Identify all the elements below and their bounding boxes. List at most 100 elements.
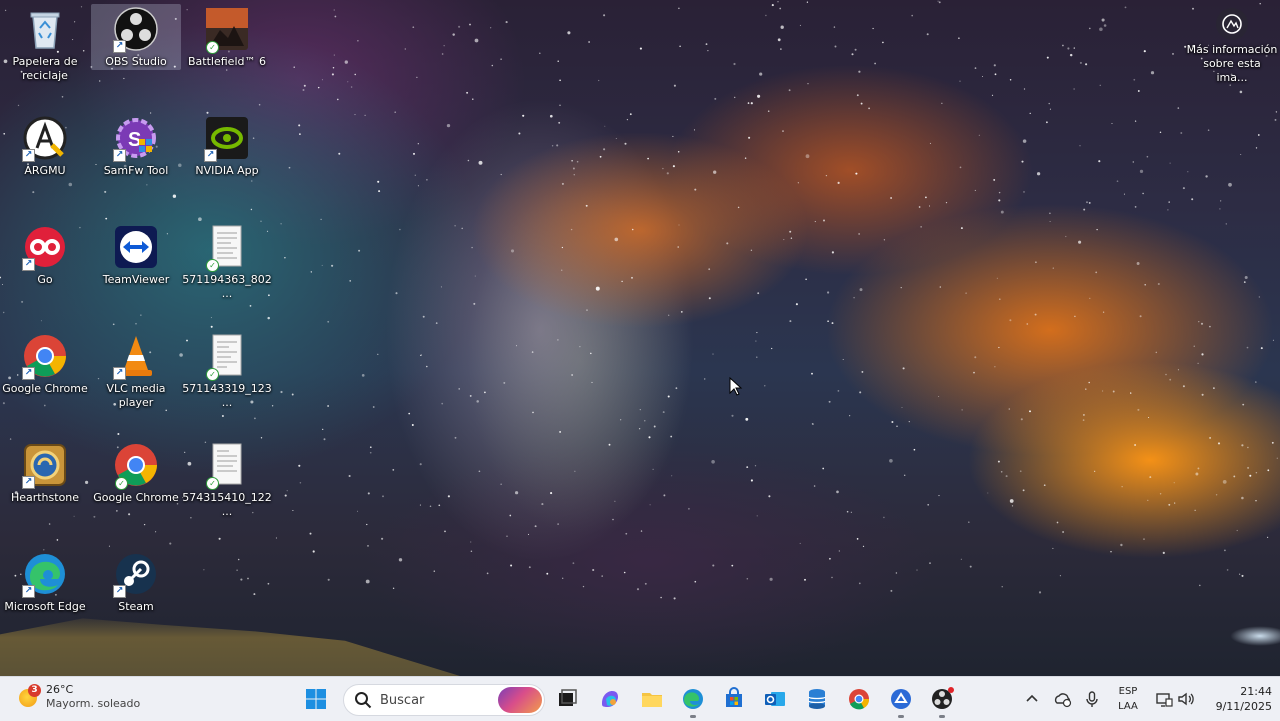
network-icon[interactable] bbox=[1154, 689, 1174, 709]
sync-check-icon: ✓ bbox=[206, 259, 219, 272]
desktop-icon-recycle-bin[interactable]: Papelera de reciclaje bbox=[0, 0, 90, 100]
camera-info-icon bbox=[1216, 8, 1248, 40]
image-info-button[interactable]: Más información sobre esta ima... bbox=[1186, 8, 1278, 85]
clock-date: 9/11/2025 bbox=[1215, 700, 1272, 713]
folder-icon bbox=[642, 693, 662, 707]
language-code: ESP bbox=[1118, 686, 1138, 697]
microsoft-edge-icon: ↗ bbox=[22, 551, 68, 598]
file-explorer-button[interactable] bbox=[636, 683, 668, 715]
sync-check-icon: ✓ bbox=[115, 477, 128, 490]
desktop-icon-label: Go bbox=[37, 273, 53, 286]
shortcut-arrow-icon: ↗ bbox=[113, 367, 126, 380]
desktop-icon-nvidia-app[interactable]: ↗ NVIDIA App bbox=[182, 109, 272, 209]
store-button[interactable] bbox=[718, 683, 750, 715]
desktop-icon-battlefield[interactable]: ✓ Battlefield™ 6 bbox=[182, 0, 272, 100]
task-view-icon bbox=[559, 689, 577, 706]
desktop-icon-file-1[interactable]: ✓ 571194363_802... bbox=[182, 218, 272, 318]
shortcut-arrow-icon: ↗ bbox=[22, 258, 35, 271]
weather-condition: Mayorm. soleado bbox=[46, 697, 141, 710]
onedrive-sync-icon[interactable] bbox=[1053, 689, 1073, 709]
microphone-icon[interactable] bbox=[1082, 689, 1102, 709]
chevron-up-icon[interactable] bbox=[1024, 691, 1040, 707]
copilot-button[interactable] bbox=[594, 683, 626, 715]
desktop-icon-label: Papelera de reciclaje bbox=[12, 55, 78, 82]
microsoft-edge-icon bbox=[683, 689, 703, 709]
outlook-icon bbox=[765, 692, 785, 706]
start-button[interactable] bbox=[300, 683, 332, 715]
shortcut-arrow-icon: ↗ bbox=[113, 149, 126, 162]
desktop-icon-file-3[interactable]: ✓ 574315410_122... bbox=[182, 436, 272, 536]
running-indicator bbox=[939, 715, 945, 718]
document-file-icon: ✓ bbox=[204, 224, 250, 272]
outlook-button[interactable] bbox=[759, 683, 791, 715]
desktop-icon-label: Steam bbox=[118, 600, 154, 613]
clock-time: 21:44 bbox=[1240, 685, 1272, 698]
volume-icon[interactable] bbox=[1176, 689, 1196, 709]
desktop-icon-label: Google Chrome bbox=[2, 382, 88, 395]
shortcut-arrow-icon: ↗ bbox=[113, 585, 126, 598]
go-icon: ↗ bbox=[22, 224, 68, 271]
taskbar-search-box[interactable]: Buscar bbox=[343, 684, 545, 716]
chrome-taskbar-button[interactable] bbox=[843, 683, 875, 715]
desktop-icon-label: Microsoft Edge bbox=[4, 600, 86, 613]
search-highlight-art bbox=[498, 687, 542, 713]
desktop-icon-microsoft-edge[interactable]: ↗ Microsoft Edge bbox=[0, 545, 90, 645]
mouse-cursor-icon bbox=[729, 377, 743, 396]
steam-icon: ↗ bbox=[113, 551, 159, 598]
database-icon bbox=[808, 689, 826, 709]
search-placeholder: Buscar bbox=[380, 692, 425, 708]
edge-taskbar-button[interactable] bbox=[677, 683, 709, 718]
running-indicator bbox=[690, 715, 696, 718]
sunny-weather-icon: 3 bbox=[18, 684, 41, 708]
desktop-icon-argmu[interactable]: ↗ ARGMU bbox=[0, 109, 90, 209]
desktop-icon-label: SamFw Tool bbox=[103, 164, 169, 177]
desktop-icon-label: TeamViewer bbox=[102, 273, 170, 286]
desktop-icon-vlc[interactable]: ↗ VLC media player bbox=[91, 327, 181, 427]
google-chrome-icon: ✓ bbox=[113, 442, 159, 490]
language-indicator[interactable]: ESP LAA bbox=[1114, 684, 1142, 714]
shortcut-arrow-icon: ↗ bbox=[22, 476, 35, 489]
desktop-icon-label: Google Chrome bbox=[93, 491, 179, 504]
search-icon bbox=[355, 692, 372, 709]
task-view-button[interactable] bbox=[551, 683, 583, 715]
system-clock[interactable]: 21:44 9/11/2025 bbox=[1202, 684, 1272, 714]
taskbar: 3 26°C Mayorm. soleado Buscar ESP LAA 21… bbox=[0, 676, 1280, 721]
desktop-icon-steam[interactable]: ↗ Steam bbox=[91, 545, 181, 645]
obs-taskbar-button[interactable] bbox=[926, 683, 958, 718]
sync-check-icon: ✓ bbox=[206, 477, 219, 490]
notification-count-badge: 3 bbox=[28, 684, 41, 697]
database-app-button[interactable] bbox=[801, 683, 833, 715]
teamviewer-icon bbox=[113, 224, 159, 270]
hearthstone-icon: ↗ bbox=[22, 442, 68, 489]
desktop-icon-label: 574315410_122... bbox=[182, 491, 272, 518]
desktop-icon-label: VLC media player bbox=[106, 382, 166, 409]
desktop-icon-label: ARGMU bbox=[24, 164, 66, 177]
desktop-icon-teamviewer[interactable]: TeamViewer bbox=[91, 218, 181, 318]
shortcut-arrow-icon: ↗ bbox=[113, 40, 126, 53]
desktop-icon-label: 571194363_802... bbox=[182, 273, 272, 300]
desktop-icon-obs-studio[interactable]: ↗ OBS Studio bbox=[91, 4, 181, 70]
battlefield-icon: ✓ bbox=[204, 6, 250, 54]
desktop-icon-label: NVIDIA App bbox=[195, 164, 259, 177]
desktop-icon-label: OBS Studio bbox=[105, 55, 167, 68]
desktop-icon-label: Battlefield™ 6 bbox=[188, 55, 266, 68]
desktop-icon-hearthstone[interactable]: ↗ Hearthstone bbox=[0, 436, 90, 536]
shortcut-arrow-icon: ↗ bbox=[204, 149, 217, 162]
copilot-icon bbox=[602, 691, 618, 707]
desktop-icon-samfw-tool[interactable]: S ↗ SamFw Tool bbox=[91, 109, 181, 209]
sync-check-icon: ✓ bbox=[206, 368, 219, 381]
shortcut-arrow-icon: ↗ bbox=[22, 585, 35, 598]
desktop-icon-file-2[interactable]: ✓ 571143319_123... bbox=[182, 327, 272, 427]
desktop-icon-go[interactable]: ↗ Go bbox=[0, 218, 90, 318]
shortcut-arrow-icon: ↗ bbox=[22, 149, 35, 162]
desktop-icon-google-chrome-2[interactable]: ✓ Google Chrome bbox=[91, 436, 181, 536]
desktop-icon-google-chrome[interactable]: ↗ Google Chrome bbox=[0, 327, 90, 427]
google-chrome-icon: ↗ bbox=[22, 333, 68, 380]
weather-widget[interactable]: 3 26°C Mayorm. soleado bbox=[18, 683, 140, 711]
teams-button[interactable] bbox=[885, 683, 917, 718]
store-icon bbox=[726, 687, 742, 707]
argmu-icon: ↗ bbox=[22, 115, 68, 162]
shortcut-arrow-icon: ↗ bbox=[22, 367, 35, 380]
desktop-icon-label: 571143319_123... bbox=[182, 382, 272, 409]
sync-check-icon: ✓ bbox=[206, 41, 219, 54]
